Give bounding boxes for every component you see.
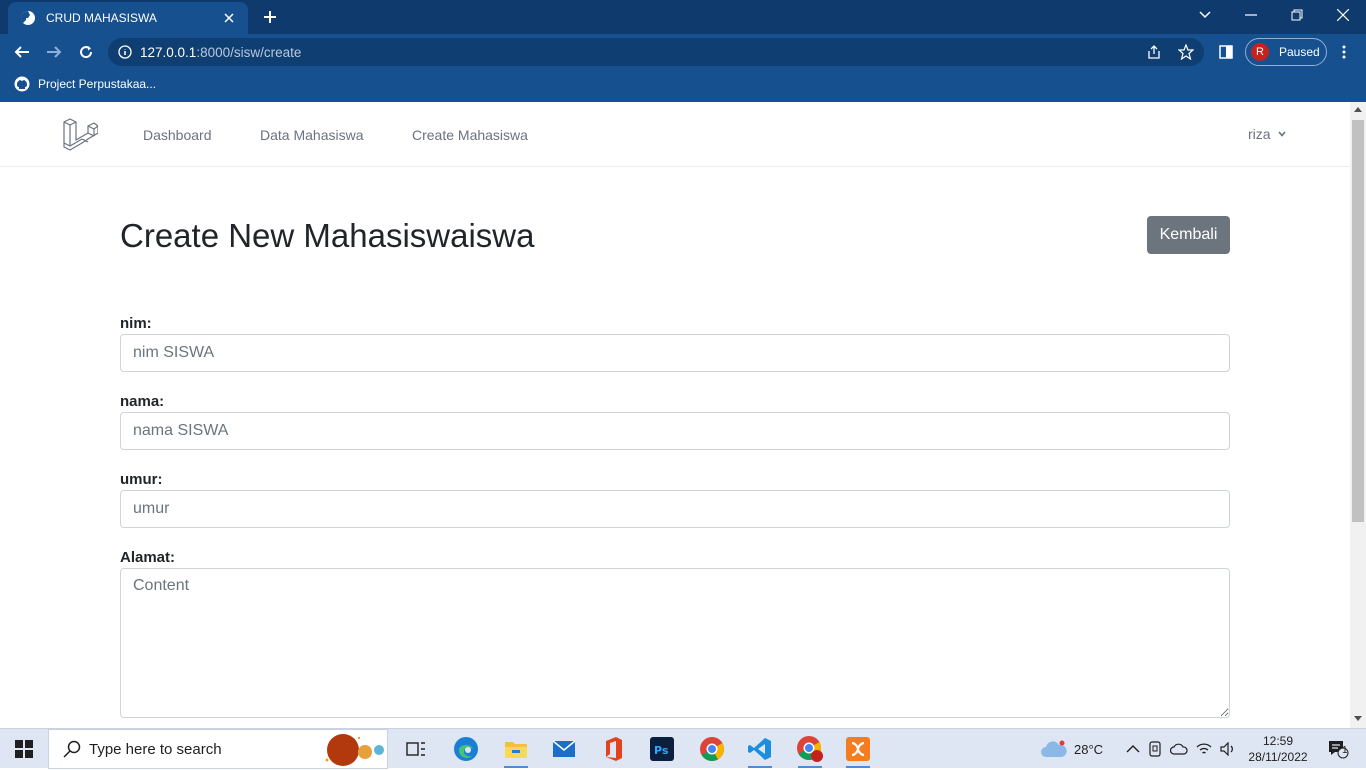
chevron-down-icon: [1277, 131, 1286, 137]
alamat-textarea[interactable]: [120, 568, 1230, 718]
nama-input[interactable]: [120, 412, 1230, 450]
alamat-label: Alamat:: [120, 549, 176, 566]
chrome-icon[interactable]: [692, 733, 732, 765]
user-dropdown[interactable]: riza: [1248, 126, 1287, 142]
notification-count: 1: [1342, 745, 1348, 756]
browser-tab-strip: CRUD MAHASISWA: [0, 0, 1366, 34]
url-text: 127.0.0.1:8000/sisw/create: [140, 44, 302, 60]
nama-label: nama:: [120, 393, 165, 410]
page-title: Create New Mahasiswaiswa: [120, 217, 535, 254]
system-tray: [1126, 729, 1236, 769]
bookmarks-bar: Project Perpustakaa...: [0, 70, 1366, 102]
browser-menu-icon[interactable]: [1330, 38, 1358, 66]
tab-search-icon[interactable]: [1182, 0, 1228, 30]
windows-start-icon[interactable]: [0, 729, 48, 769]
device-icon[interactable]: [1148, 741, 1162, 757]
globe-icon: [20, 10, 35, 25]
new-tab-icon[interactable]: [258, 5, 282, 29]
avatar: R: [1251, 43, 1269, 61]
nim-input[interactable]: [120, 334, 1230, 372]
taskbar-clock[interactable]: 12:59 28/11/2022: [1248, 733, 1308, 765]
page-scrollbar[interactable]: [1350, 102, 1366, 728]
clock-time: 12:59: [1262, 734, 1294, 748]
edge-icon[interactable]: [446, 733, 486, 765]
restore-icon[interactable]: [1274, 0, 1320, 30]
back-button[interactable]: Kembali: [1147, 216, 1230, 254]
office-icon[interactable]: [594, 733, 634, 765]
nav-create-mahasiswa[interactable]: Create Mahasiswa: [412, 127, 528, 143]
umur-input[interactable]: [120, 490, 1230, 528]
nav-data-mahasiswa[interactable]: Data Mahasiswa: [260, 127, 364, 143]
browser-toolbar: 127.0.0.1:8000/sisw/create: [0, 34, 1366, 70]
svg-text:Ps: Ps: [654, 744, 669, 757]
bookmark-label: Project Perpustakaa...: [38, 77, 157, 91]
taskbar-search[interactable]: Type here to search: [48, 729, 388, 769]
profile-button[interactable]: R Paused: [1245, 38, 1327, 66]
bookmark-star-icon[interactable]: [1178, 44, 1194, 60]
notification-center-icon[interactable]: 1: [1318, 733, 1358, 765]
search-icon: [63, 740, 81, 758]
task-view-icon[interactable]: [396, 733, 436, 765]
planets-search-highlight-icon: [325, 734, 384, 766]
umur-label: umur:: [120, 471, 163, 488]
user-name: riza: [1248, 126, 1271, 142]
xampp-icon[interactable]: [838, 733, 878, 768]
volume-icon[interactable]: [1220, 742, 1236, 756]
app-navbar: Dashboard Data Mahasiswa Create Mahasisw…: [0, 102, 1350, 167]
search-placeholder: Type here to search: [89, 740, 222, 758]
github-icon: [14, 76, 30, 92]
photoshop-icon[interactable]: Ps: [642, 733, 682, 765]
clock-date: 28/11/2022: [1248, 750, 1308, 764]
chevron-up-icon[interactable]: [1126, 744, 1140, 754]
minimize-icon[interactable]: [1228, 0, 1274, 30]
close-tab-icon[interactable]: [220, 9, 238, 27]
close-window-icon[interactable]: [1320, 0, 1366, 30]
side-panel-icon[interactable]: [1212, 38, 1240, 66]
reload-icon[interactable]: [72, 38, 100, 66]
chrome-profile-icon[interactable]: [790, 733, 830, 768]
scroll-down-icon[interactable]: [1354, 716, 1362, 722]
forward-icon[interactable]: [40, 38, 68, 66]
wifi-icon[interactable]: [1196, 742, 1212, 756]
tab-title: CRUD MAHASISWA: [46, 11, 157, 25]
mail-icon[interactable]: [544, 733, 584, 765]
nav-dashboard[interactable]: Dashboard: [143, 127, 212, 143]
back-icon[interactable]: [8, 38, 36, 66]
page-viewport: Dashboard Data Mahasiswa Create Mahasisw…: [0, 102, 1350, 728]
laravel-logo-icon[interactable]: [62, 116, 98, 154]
temperature: 28°C: [1074, 741, 1104, 757]
weather-widget[interactable]: 28°C: [1040, 729, 1103, 769]
cloud-icon: [1041, 740, 1067, 757]
vscode-icon[interactable]: [740, 733, 780, 768]
scroll-thumb[interactable]: [1352, 120, 1364, 522]
browser-tab[interactable]: CRUD MAHASISWA: [8, 2, 248, 34]
scroll-up-icon[interactable]: [1354, 106, 1362, 112]
bookmark-item[interactable]: Project Perpustakaa...: [14, 76, 156, 92]
address-bar[interactable]: 127.0.0.1:8000/sisw/create: [108, 38, 1204, 66]
share-icon[interactable]: [1146, 44, 1162, 60]
profile-status: Paused: [1279, 45, 1320, 59]
nim-label: nim:: [120, 315, 152, 332]
file-explorer-icon[interactable]: [496, 733, 536, 768]
site-info-icon[interactable]: [118, 45, 132, 59]
windows-taskbar: Type here to search Ps 28°C 12:59 28/11/…: [0, 728, 1366, 769]
onedrive-icon[interactable]: [1170, 743, 1188, 755]
